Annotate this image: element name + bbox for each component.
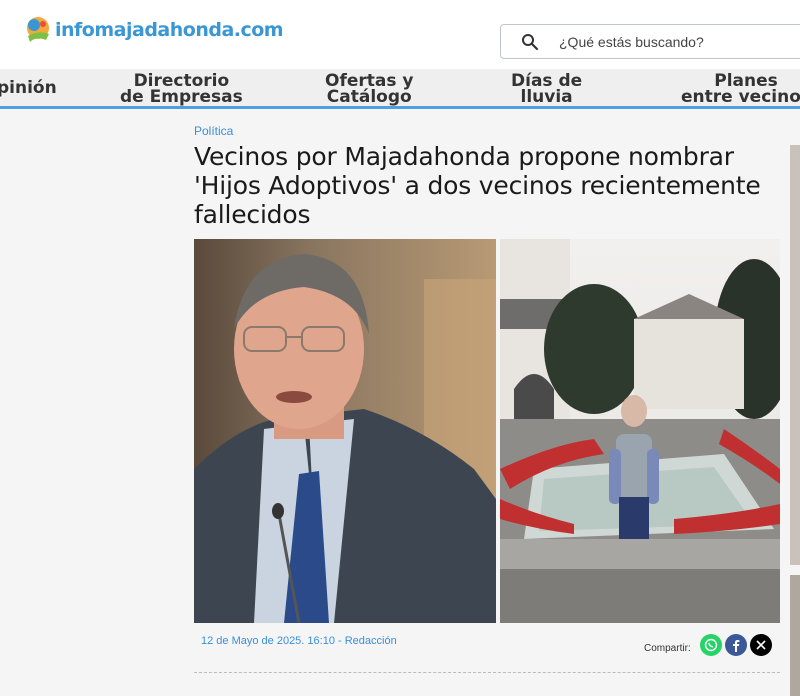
whatsapp-icon xyxy=(704,638,717,652)
site-header: infomajadahonda.com xyxy=(0,0,800,69)
logo-icon xyxy=(27,17,49,42)
nav-item-ofertas[interactable]: Ofertas y Catálogo xyxy=(325,73,413,106)
nav-item-dias-lluvia[interactable]: Días de lluvia xyxy=(511,73,582,106)
site-logo[interactable]: infomajadahonda.com xyxy=(24,16,284,44)
side-ad[interactable] xyxy=(790,145,800,565)
article-photo xyxy=(194,239,780,623)
search-input[interactable] xyxy=(559,33,779,50)
article-meta: 12 de Mayo de 2025. 16:10 - Redacción xyxy=(201,635,397,647)
article-header: Política Vecinos por Majadahonda propone… xyxy=(194,124,784,229)
article-title: Vecinos por Majadahonda propone nombrar … xyxy=(194,142,761,229)
share-bar: Compartir: xyxy=(644,634,772,656)
x-icon xyxy=(756,640,766,650)
main-nav: pinión Directorio de Empresas Ofertas y Ca… xyxy=(0,69,800,109)
whatsapp-share-button[interactable] xyxy=(699,634,722,656)
side-ad-lower[interactable] xyxy=(790,575,800,696)
facebook-icon xyxy=(732,640,740,652)
x-share-button[interactable] xyxy=(749,634,772,656)
article-category[interactable]: Política xyxy=(194,124,784,138)
search-icon[interactable] xyxy=(521,33,539,51)
article-photo-illustration xyxy=(194,239,780,623)
logo-text: infomajadahonda.com xyxy=(55,19,284,41)
search-box xyxy=(500,24,800,59)
nav-item-planes[interactable]: Planes entre vecinos xyxy=(681,73,800,106)
nav-item-directorio[interactable]: Directorio de Empresas xyxy=(120,73,243,106)
nav-item-opinion[interactable]: pinión xyxy=(0,80,57,97)
content-divider xyxy=(194,672,780,673)
share-label: Compartir: xyxy=(644,642,691,654)
facebook-share-button[interactable] xyxy=(724,634,747,656)
